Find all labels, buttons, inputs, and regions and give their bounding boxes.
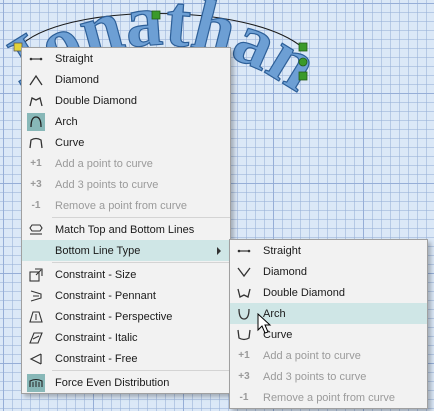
- curve-down-icon: [235, 326, 253, 344]
- handle-top-right[interactable]: [298, 42, 308, 52]
- menu-item-remove-point: -1 Remove a point from curve: [22, 195, 230, 216]
- straight-icon: [27, 50, 45, 68]
- plus-one-icon: +1: [30, 158, 42, 169]
- diamond-down-icon: [235, 263, 253, 281]
- menu-item-label: Straight: [55, 52, 93, 65]
- blank-icon: [27, 242, 45, 260]
- handle-right-mid[interactable]: [298, 57, 308, 67]
- curve-icon: [27, 134, 45, 152]
- plus-three-icon: +3: [30, 179, 42, 190]
- menu-item-constraint-free[interactable]: Constraint - Free: [22, 348, 230, 369]
- submenu-item-double-diamond[interactable]: Double Diamond: [230, 282, 427, 303]
- submenu-item-add-3-points: +3 Add 3 points to curve: [230, 366, 427, 387]
- menu-item-add-point: +1 Add a point to curve: [22, 153, 230, 174]
- menu-item-arch[interactable]: Arch: [22, 111, 230, 132]
- plus-three-icon: +3: [238, 371, 250, 382]
- menu-item-add-3-points: +3 Add 3 points to curve: [22, 174, 230, 195]
- constraint-perspective-icon: [27, 308, 45, 326]
- double-diamond-icon: [27, 92, 45, 110]
- menu-item-label: Remove a point from curve: [55, 199, 188, 212]
- arch-down-icon: [235, 305, 253, 323]
- menu-item-label: Constraint - Perspective: [55, 310, 173, 323]
- match-lines-icon: [27, 221, 45, 239]
- menu-item-diamond[interactable]: Diamond: [22, 69, 230, 90]
- constraint-free-icon: [27, 350, 45, 368]
- submenu-item-label: Diamond: [263, 265, 308, 278]
- menu-item-constraint-italic[interactable]: Constraint - Italic: [22, 327, 230, 348]
- submenu-item-diamond[interactable]: Diamond: [230, 261, 427, 282]
- menu-item-label: Constraint - Italic: [55, 331, 138, 344]
- submenu-item-label: Double Diamond: [263, 286, 345, 299]
- minus-one-icon: -1: [239, 392, 249, 403]
- menu-item-label: Add a point to curve: [55, 157, 153, 170]
- menu-item-label: Force Even Distribution: [55, 376, 170, 389]
- menu-item-label: Constraint - Pennant: [55, 289, 156, 302]
- menu-item-label: Curve: [55, 136, 85, 149]
- menu-item-label: Constraint - Size: [55, 268, 137, 281]
- submenu-item-label: Straight: [263, 244, 301, 257]
- menu-item-constraint-pennant[interactable]: Constraint - Pennant: [22, 285, 230, 306]
- menu-item-bottom-line-type[interactable]: Bottom Line Type: [22, 240, 230, 261]
- plus-one-icon: +1: [238, 350, 250, 361]
- menu-item-label: Diamond: [55, 73, 100, 86]
- menu-item-double-diamond[interactable]: Double Diamond: [22, 90, 230, 111]
- menu-item-force-even[interactable]: Force Even Distribution: [22, 372, 230, 393]
- submenu-arrow-icon: [217, 247, 221, 255]
- submenu-item-label: Add 3 points to curve: [263, 370, 367, 383]
- straight-icon: [235, 242, 253, 260]
- menu-item-curve[interactable]: Curve: [22, 132, 230, 153]
- menu-item-match-lines[interactable]: Match Top and Bottom Lines: [22, 219, 230, 240]
- force-even-distribution-icon: [27, 373, 45, 392]
- constraint-italic-icon: [27, 329, 45, 347]
- constraint-size-icon: [27, 266, 45, 284]
- submenu-item-label: Remove a point from curve: [263, 391, 396, 404]
- menu-separator: [52, 262, 230, 263]
- menu-item-label: Double Diamond: [55, 94, 137, 107]
- menu-item-constraint-perspective[interactable]: Constraint - Perspective: [22, 306, 230, 327]
- menu-item-label: Add 3 points to curve: [55, 178, 159, 191]
- handle-top-center[interactable]: [151, 10, 161, 20]
- menu-item-label: Bottom Line Type: [55, 244, 141, 257]
- menu-separator: [52, 370, 230, 371]
- submenu-item-add-point: +1 Add a point to curve: [230, 345, 427, 366]
- menu-item-straight[interactable]: Straight: [22, 48, 230, 69]
- mouse-pointer-icon: [257, 313, 272, 334]
- menu-item-constraint-size[interactable]: Constraint - Size: [22, 264, 230, 285]
- arch-icon: [27, 112, 45, 131]
- menu-separator: [52, 217, 230, 218]
- menu-item-label: Arch: [55, 115, 78, 128]
- submenu-item-label: Add a point to curve: [263, 349, 361, 362]
- minus-one-icon: -1: [31, 200, 41, 211]
- handle-bottom-right[interactable]: [298, 71, 308, 81]
- submenu-item-remove-point: -1 Remove a point from curve: [230, 387, 427, 408]
- diamond-icon: [27, 71, 45, 89]
- constraint-pennant-icon: [27, 287, 45, 305]
- double-diamond-down-icon: [235, 284, 253, 302]
- context-menu: Straight Diamond Double Diamond Arch Cur…: [21, 47, 231, 394]
- menu-item-label: Constraint - Free: [55, 352, 138, 365]
- submenu-item-straight[interactable]: Straight: [230, 240, 427, 261]
- menu-item-label: Match Top and Bottom Lines: [55, 223, 195, 236]
